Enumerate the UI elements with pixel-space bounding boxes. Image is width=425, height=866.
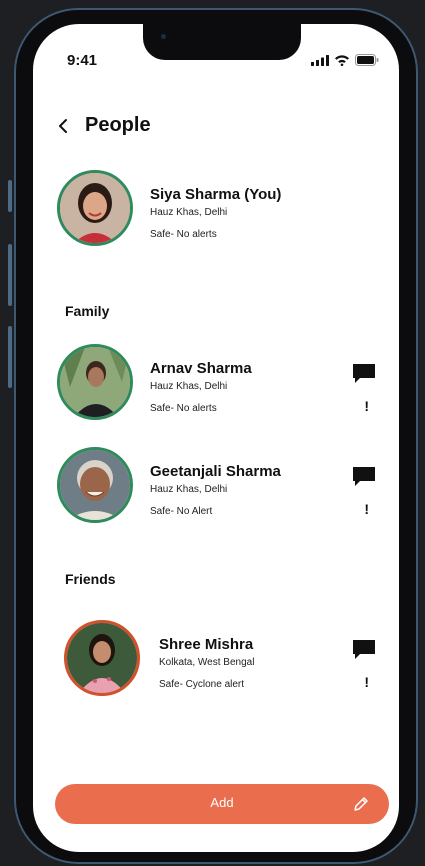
add-button-label: Add (210, 795, 234, 810)
app-stage: 9:41 People Siya Sharma (You) Hauz Khas,… (0, 0, 425, 866)
volume-down-button (8, 326, 12, 388)
family-member-card[interactable]: Geetanjali Sharma Hauz Khas, Delhi Safe-… (57, 447, 377, 531)
camera-notch (143, 24, 301, 60)
alert-indicator: ! (364, 501, 369, 517)
friend-info: Shree Mishra Kolkata, West Bengal Safe- … (159, 636, 254, 691)
person-name: Shree Mishra (159, 636, 254, 653)
chat-bubble-icon (353, 364, 375, 383)
person-location: Kolkata, West Bengal (159, 657, 255, 668)
family-member-info: Geetanjali Sharma Hauz Khas, Delhi Safe-… (150, 463, 281, 518)
volume-up-button (8, 244, 12, 306)
pencil-icon (354, 797, 368, 811)
message-button[interactable] (351, 465, 377, 489)
person-status: Safe- No alerts (150, 229, 217, 240)
alert-indicator: ! (364, 674, 369, 690)
avatar (57, 170, 133, 246)
camera-lens-icon (161, 34, 166, 39)
person-status: Safe- Cyclone alert (159, 679, 245, 690)
person-status: Safe- No Alert (150, 506, 213, 517)
friend-card[interactable]: Shree Mishra Kolkata, West Bengal Safe- … (64, 620, 377, 704)
message-button[interactable] (351, 638, 377, 662)
add-person-button[interactable]: Add (55, 784, 389, 824)
avatar (57, 344, 133, 420)
self-card[interactable]: Siya Sharma (You) Hauz Khas, Delhi Safe-… (57, 170, 377, 254)
back-button[interactable] (55, 116, 71, 136)
avatar (57, 447, 133, 523)
avatar (64, 620, 140, 696)
friends-section-title: Friends (65, 571, 116, 587)
person-name: Geetanjali Sharma (150, 463, 281, 480)
person-location: Hauz Khas, Delhi (150, 381, 228, 392)
chat-bubble-icon (353, 640, 375, 659)
person-name: Siya Sharma (You) (150, 186, 282, 203)
status-icons (311, 54, 379, 66)
signal-icon (311, 54, 329, 66)
person-name: Arnav Sharma (150, 360, 252, 377)
page-header: People (55, 114, 151, 137)
self-info: Siya Sharma (You) Hauz Khas, Delhi Safe-… (150, 186, 281, 241)
message-button[interactable] (351, 362, 377, 386)
person-status: Safe- No alerts (150, 403, 217, 414)
person-location: Hauz Khas, Delhi (150, 207, 228, 218)
chevron-left-icon (59, 118, 67, 133)
person-location: Hauz Khas, Delhi (150, 484, 228, 495)
family-section-title: Family (65, 303, 110, 319)
phone-screen: 9:41 People Siya Sharma (You) Hauz Khas,… (33, 24, 399, 852)
wifi-icon (335, 55, 349, 66)
status-time: 9:41 (67, 52, 98, 69)
chat-bubble-icon (353, 467, 375, 486)
family-member-card[interactable]: Arnav Sharma Hauz Khas, Delhi Safe- No a… (57, 344, 377, 428)
alert-indicator: ! (364, 398, 369, 414)
page-title: People (85, 114, 151, 136)
battery-icon (355, 54, 379, 66)
silent-switch (8, 180, 12, 212)
family-member-info: Arnav Sharma Hauz Khas, Delhi Safe- No a… (150, 360, 252, 415)
